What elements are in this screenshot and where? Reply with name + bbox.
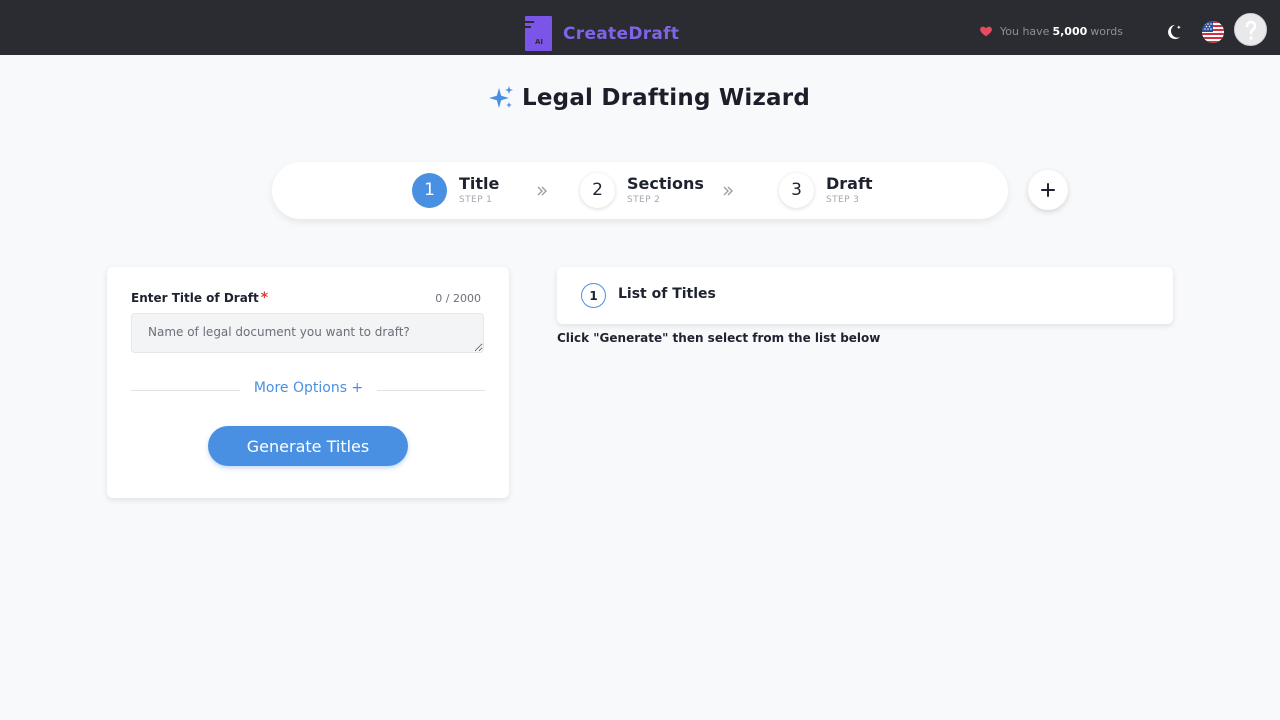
top-navbar: AI CreateDraft You have 5,000 words bbox=[0, 0, 1280, 55]
page-title-text: Legal Drafting Wizard bbox=[522, 85, 810, 111]
brand[interactable]: AI CreateDraft bbox=[525, 16, 679, 51]
title-form-card: Enter Title of Draft* 0 / 2000 More Opti… bbox=[107, 267, 509, 498]
step-sections[interactable]: 2 Sections STEP 2 bbox=[580, 172, 704, 208]
step-label: Sections bbox=[627, 174, 704, 193]
generate-titles-button[interactable]: Generate Titles bbox=[208, 426, 408, 466]
titles-list-card[interactable]: 1 List of Titles bbox=[557, 267, 1173, 324]
wizard-stepper: 1 Title STEP 1 2 Sections STEP 2 3 Draft… bbox=[272, 162, 1008, 219]
double-chevron-right-icon bbox=[723, 186, 733, 196]
moon-icon[interactable] bbox=[1163, 22, 1183, 42]
add-button[interactable] bbox=[1028, 170, 1068, 210]
plus-icon bbox=[1041, 183, 1055, 197]
sparkle-icon bbox=[489, 86, 513, 108]
divider bbox=[377, 390, 485, 391]
step-title[interactable]: 1 Title STEP 1 bbox=[412, 172, 499, 208]
page-title: Legal Drafting Wizard bbox=[488, 83, 810, 113]
step-sublabel: STEP 1 bbox=[459, 195, 493, 205]
help-avatar-icon bbox=[1245, 20, 1256, 40]
step-number: 3 bbox=[779, 172, 814, 208]
brand-logo-icon: AI bbox=[525, 16, 552, 51]
brand-name: CreateDraft bbox=[563, 24, 680, 44]
titles-list-hint: Click "Generate" then select from the li… bbox=[557, 331, 881, 345]
required-mark: * bbox=[260, 290, 269, 306]
word-balance-suffix: words bbox=[1090, 24, 1124, 38]
word-balance-prefix: You have bbox=[1000, 24, 1050, 38]
step-number: 1 bbox=[412, 172, 447, 208]
double-chevron-right-icon bbox=[537, 186, 547, 196]
step-number: 2 bbox=[580, 172, 615, 208]
divider bbox=[131, 390, 240, 391]
titles-list-number: 1 bbox=[581, 283, 606, 308]
us-flag-icon[interactable] bbox=[1202, 21, 1224, 43]
heart-icon bbox=[980, 26, 992, 37]
word-balance-count: 5,000 bbox=[1052, 24, 1088, 38]
step-sublabel: STEP 3 bbox=[826, 195, 860, 205]
brand-logo-text: AI bbox=[535, 38, 544, 46]
word-balance: You have 5,000 words bbox=[979, 24, 1123, 38]
character-counter: 0 / 2000 bbox=[435, 292, 481, 305]
step-sublabel: STEP 2 bbox=[627, 195, 661, 205]
step-draft[interactable]: 3 Draft STEP 3 bbox=[779, 172, 873, 208]
more-options-toggle[interactable]: More Options + bbox=[243, 380, 374, 396]
draft-title-input[interactable] bbox=[131, 313, 484, 353]
step-label: Title bbox=[459, 174, 500, 193]
titles-list-title: List of Titles bbox=[618, 286, 716, 302]
step-label: Draft bbox=[826, 174, 873, 193]
title-field-label: Enter Title of Draft * bbox=[131, 290, 268, 306]
help-avatar[interactable] bbox=[1234, 13, 1267, 46]
title-field-label-text: Enter Title of Draft bbox=[131, 291, 259, 305]
